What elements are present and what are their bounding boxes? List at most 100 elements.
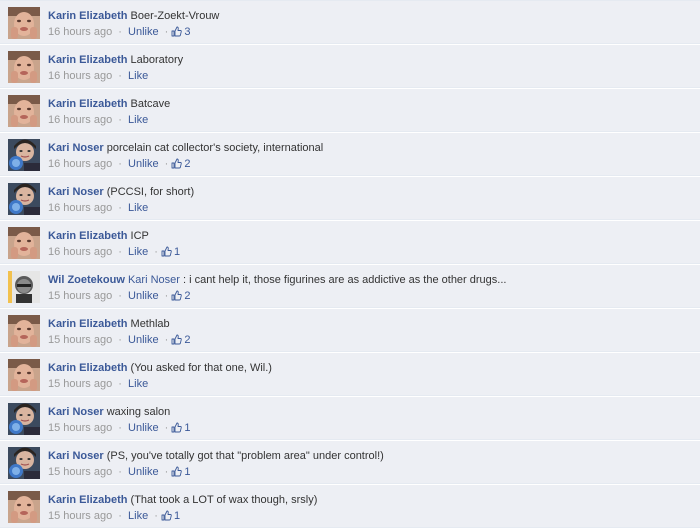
thumbs-up-icon bbox=[171, 158, 184, 170]
author-link[interactable]: Karin Elizabeth bbox=[48, 494, 127, 506]
comment-line: Karin Elizabeth Laboratory bbox=[48, 53, 694, 67]
likes-wrap: · 3 bbox=[162, 26, 191, 38]
comment-text: (PS, you've totally got that "problem ar… bbox=[106, 450, 384, 462]
like-count-number: 2 bbox=[184, 290, 191, 302]
like-count-number: 1 bbox=[173, 510, 181, 522]
author-link[interactable]: Karin Elizabeth bbox=[48, 98, 127, 110]
comment-body: Wil Zoetekouw Kari Noser : i cant help i… bbox=[48, 273, 694, 303]
avatar-kari[interactable] bbox=[8, 403, 40, 435]
like-toggle-link[interactable]: Unlike bbox=[128, 26, 159, 38]
comment-text: porcelain cat collector's society, inter… bbox=[106, 142, 324, 154]
avatar-karin[interactable] bbox=[8, 491, 40, 523]
thumbs-up-icon bbox=[171, 26, 184, 38]
likes-wrap: · 1 bbox=[162, 466, 191, 478]
avatar-karin[interactable] bbox=[8, 315, 40, 347]
separator-dot: · bbox=[164, 422, 169, 434]
like-toggle-link[interactable]: Unlike bbox=[128, 290, 159, 302]
like-count[interactable]: 3 bbox=[171, 26, 190, 38]
separator-dot: · bbox=[154, 246, 158, 258]
comment-line: Kari Noser (PCCSI, for short) bbox=[48, 185, 694, 199]
like-toggle-link[interactable]: Like bbox=[128, 202, 148, 214]
like-count[interactable]: 1 bbox=[171, 422, 190, 434]
like-toggle-link[interactable]: Unlike bbox=[128, 334, 159, 346]
avatar-karin[interactable] bbox=[8, 227, 40, 259]
author-link[interactable]: Kari Noser bbox=[48, 406, 104, 418]
like-count-number: 1 bbox=[184, 466, 191, 478]
separator-dot: · bbox=[118, 114, 122, 126]
comment-meta: 15 hours ago · Unlike · 2 bbox=[48, 333, 694, 347]
like-count[interactable]: 1 bbox=[171, 466, 190, 478]
comment-text: (PCCSI, for short) bbox=[106, 186, 195, 198]
comment-meta: 15 hours ago · Unlike · 1 bbox=[48, 465, 694, 479]
timestamp: 16 hours ago bbox=[48, 114, 113, 126]
avatar-kari[interactable] bbox=[8, 447, 40, 479]
like-toggle-link[interactable]: Like bbox=[128, 246, 148, 258]
avatar-wil[interactable] bbox=[8, 271, 40, 303]
comment-text: (You asked for that one, Wil.) bbox=[130, 362, 272, 374]
comment-body: Karin Elizabeth Boer-Zoekt-Vrouw 16 hour… bbox=[48, 9, 694, 39]
author-link[interactable]: Karin Elizabeth bbox=[48, 230, 127, 242]
like-toggle-link[interactable]: Unlike bbox=[128, 422, 159, 434]
comment-meta: 16 hours ago · Unlike · 3 bbox=[48, 25, 694, 39]
like-count[interactable]: 2 bbox=[171, 290, 190, 302]
comment-list: Karin Elizabeth Boer-Zoekt-Vrouw 16 hour… bbox=[0, 0, 700, 528]
avatar-karin[interactable] bbox=[8, 359, 40, 391]
author-link[interactable]: Karin Elizabeth bbox=[48, 10, 127, 22]
like-count-number: 2 bbox=[184, 334, 191, 346]
author-link[interactable]: Kari Noser bbox=[48, 450, 104, 462]
comment-text: Boer-Zoekt-Vrouw bbox=[130, 10, 220, 22]
mention-wrap: Kari Noser bbox=[128, 274, 183, 286]
avatar-karin[interactable] bbox=[8, 51, 40, 83]
likes-wrap: · 2 bbox=[162, 290, 191, 302]
thumbs-up-icon bbox=[171, 334, 184, 346]
comment-line: Karin Elizabeth (You asked for that one,… bbox=[48, 361, 694, 375]
avatar-karin[interactable] bbox=[8, 95, 40, 127]
like-toggle-link[interactable]: Like bbox=[128, 114, 148, 126]
comment-body: Karin Elizabeth Laboratory 16 hours ago … bbox=[48, 53, 694, 83]
avatar-kari[interactable] bbox=[8, 183, 40, 215]
like-count[interactable]: 1 bbox=[161, 510, 180, 522]
timestamp: 15 hours ago bbox=[48, 422, 113, 434]
like-count[interactable]: 2 bbox=[171, 334, 190, 346]
like-count-number: 2 bbox=[184, 158, 191, 170]
comment-item-2: Karin Elizabeth Laboratory 16 hours ago … bbox=[0, 45, 700, 88]
comment-text: : i cant help it, those figurines are as… bbox=[183, 274, 507, 286]
comment-text: ICP bbox=[130, 230, 149, 242]
timestamp: 15 hours ago bbox=[48, 510, 113, 522]
comment-line: Karin Elizabeth ICP bbox=[48, 229, 694, 243]
like-count[interactable]: 2 bbox=[171, 158, 190, 170]
comment-item-7: Wil Zoetekouw Kari Noser : i cant help i… bbox=[0, 265, 700, 308]
separator-dot: · bbox=[118, 334, 122, 346]
author-link[interactable]: Karin Elizabeth bbox=[48, 362, 127, 374]
timestamp: 15 hours ago bbox=[48, 290, 113, 302]
author-link[interactable]: Kari Noser bbox=[48, 186, 104, 198]
avatar-kari[interactable] bbox=[8, 139, 40, 171]
comment-body: Karin Elizabeth (You asked for that one,… bbox=[48, 361, 694, 391]
author-link[interactable]: Karin Elizabeth bbox=[48, 54, 127, 66]
timestamp: 16 hours ago bbox=[48, 26, 113, 38]
timestamp: 16 hours ago bbox=[48, 158, 113, 170]
like-toggle-link[interactable]: Like bbox=[128, 378, 148, 390]
timestamp: 15 hours ago bbox=[48, 466, 113, 478]
mention-link[interactable]: Kari Noser bbox=[128, 274, 183, 286]
likes-wrap: · 1 bbox=[162, 422, 191, 434]
author-link[interactable]: Kari Noser bbox=[48, 142, 104, 154]
separator-dot: · bbox=[164, 290, 169, 302]
like-toggle-link[interactable]: Like bbox=[128, 510, 148, 522]
like-toggle-link[interactable]: Unlike bbox=[128, 158, 159, 170]
separator-dot: · bbox=[118, 510, 122, 522]
likes-wrap: · 2 bbox=[162, 158, 191, 170]
comment-body: Karin Elizabeth ICP 16 hours ago · Like … bbox=[48, 229, 694, 259]
comment-meta: 15 hours ago · Unlike · 1 bbox=[48, 421, 694, 435]
author-link[interactable]: Wil Zoetekouw bbox=[48, 274, 125, 286]
like-toggle-link[interactable]: Unlike bbox=[128, 466, 159, 478]
avatar-karin[interactable] bbox=[8, 7, 40, 39]
comment-item-3: Karin Elizabeth Batcave 16 hours ago · L… bbox=[0, 89, 700, 132]
comment-item-4: Kari Noser porcelain cat collector's soc… bbox=[0, 133, 700, 176]
like-count[interactable]: 1 bbox=[161, 246, 180, 258]
like-toggle-link[interactable]: Like bbox=[128, 70, 148, 82]
likes-wrap: · 1 bbox=[151, 246, 180, 258]
like-count-number: 3 bbox=[184, 26, 191, 38]
separator-dot: · bbox=[154, 510, 158, 522]
author-link[interactable]: Karin Elizabeth bbox=[48, 318, 127, 330]
